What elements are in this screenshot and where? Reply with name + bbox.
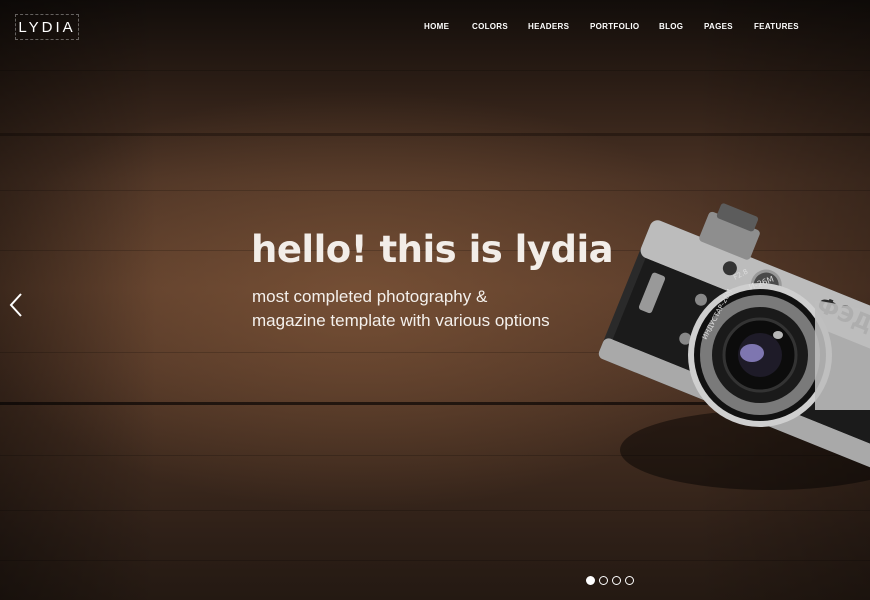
nav-home[interactable]: HOME [424, 22, 449, 31]
nav-portfolio[interactable]: PORTFOLIO [590, 22, 639, 31]
hero-subheadline: most completed photography & magazine te… [252, 285, 612, 333]
camera-image: ФЭД И-26М ИНДУСТАР-26М F2.8 [598, 203, 870, 490]
logo[interactable]: LYDIA [15, 14, 79, 40]
nav-features[interactable]: FEATURES [754, 22, 799, 31]
hero-headline: hello! this is lydia [251, 228, 614, 271]
hero-subline: magazine template with various options [252, 311, 550, 330]
slider-dot[interactable] [625, 576, 634, 585]
chevron-left-icon[interactable] [8, 292, 24, 318]
slider-dot[interactable] [599, 576, 608, 585]
nav-pages[interactable]: PAGES [704, 22, 733, 31]
nav-headers[interactable]: HEADERS [528, 22, 569, 31]
slider-dot[interactable] [612, 576, 621, 585]
nav-colors[interactable]: COLORS [472, 22, 508, 31]
slider-dot[interactable] [586, 576, 595, 585]
nav-blog[interactable]: BLOG [659, 22, 683, 31]
hero-subline: most completed photography & [252, 287, 488, 306]
